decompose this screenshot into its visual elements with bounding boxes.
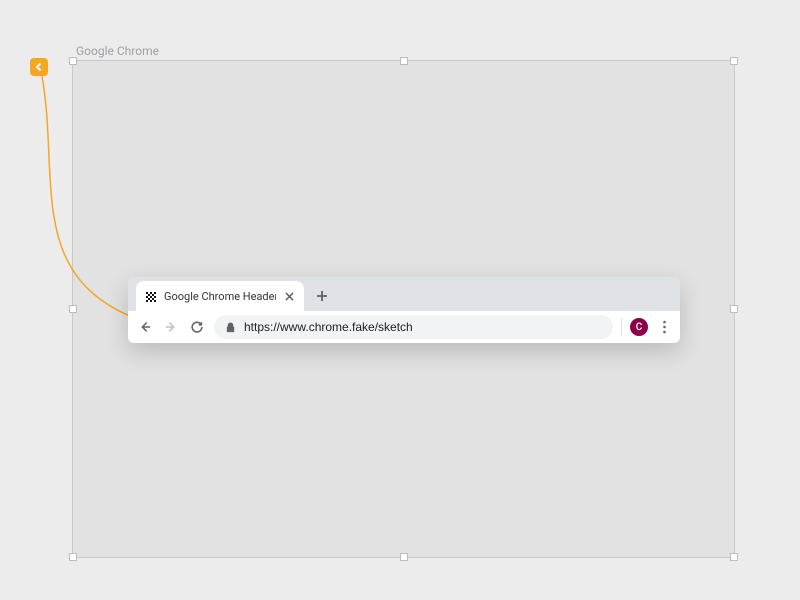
profile-avatar[interactable]: C [630, 318, 648, 336]
browser-toolbar: C [128, 311, 680, 343]
kebab-menu-icon [663, 320, 666, 334]
reload-icon [190, 320, 204, 334]
chevron-left-icon [34, 62, 44, 72]
arrow-left-icon [138, 320, 152, 334]
resize-handle-mid-right[interactable] [730, 305, 738, 313]
profile-initial: C [636, 322, 643, 333]
browser-window: Google Chrome Header UI Freebie C [128, 277, 680, 343]
resize-handle-top-right[interactable] [730, 57, 738, 65]
resize-handle-mid-left[interactable] [69, 305, 77, 313]
browser-tab[interactable]: Google Chrome Header UI Freebie [136, 281, 304, 311]
resize-handle-bottom-mid[interactable] [400, 553, 408, 561]
resize-handle-top-left[interactable] [69, 57, 77, 65]
toolbar-divider [621, 318, 622, 336]
new-tab-button[interactable] [310, 284, 334, 308]
back-button[interactable] [136, 318, 154, 336]
close-icon [285, 292, 294, 301]
collapse-panel-button[interactable] [30, 58, 48, 76]
tab-title: Google Chrome Header UI Freebie [164, 290, 276, 303]
tab-strip: Google Chrome Header UI Freebie [128, 277, 680, 311]
address-bar[interactable] [214, 315, 613, 339]
url-input[interactable] [244, 320, 603, 334]
close-tab-button[interactable] [282, 289, 296, 303]
browser-menu-button[interactable] [656, 319, 672, 335]
resize-handle-top-mid[interactable] [400, 57, 408, 65]
reload-button[interactable] [188, 318, 206, 336]
forward-button[interactable] [162, 318, 180, 336]
plus-icon [316, 290, 328, 302]
checker-pattern-icon [144, 289, 158, 303]
artboard-label: Google Chrome [76, 44, 159, 58]
resize-handle-bottom-right[interactable] [730, 553, 738, 561]
lock-icon [224, 321, 236, 333]
arrow-right-icon [164, 320, 178, 334]
resize-handle-bottom-left[interactable] [69, 553, 77, 561]
